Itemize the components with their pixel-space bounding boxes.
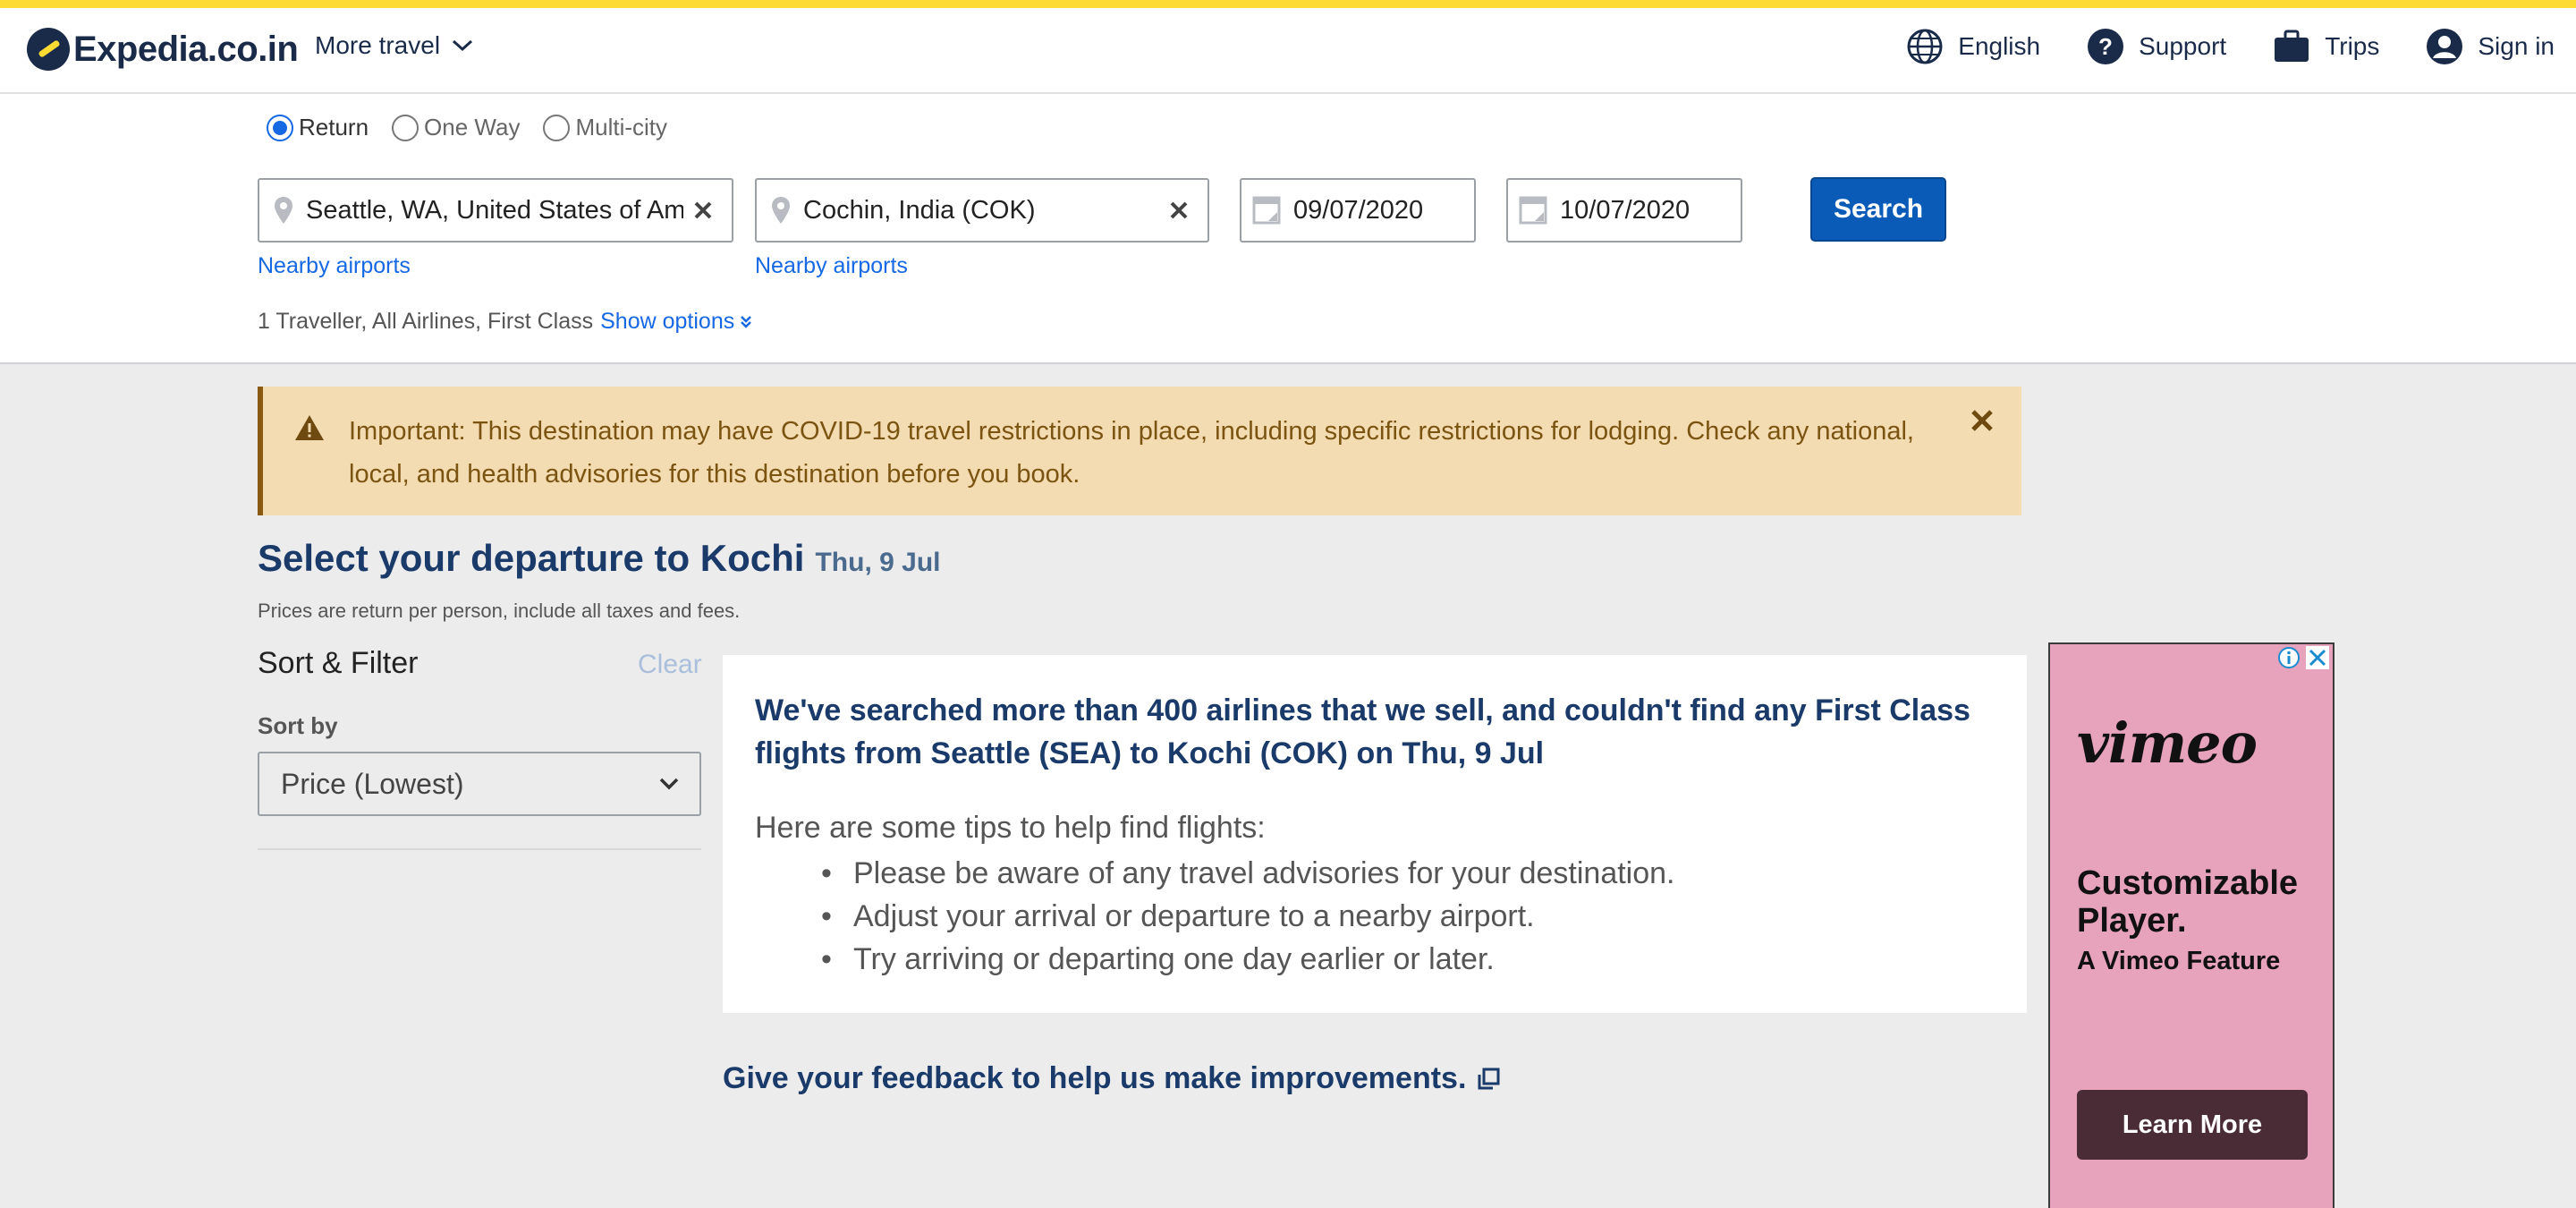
- globe-icon: [1907, 29, 1943, 64]
- sort-by-value: Price (Lowest): [281, 767, 464, 800]
- radio-selected-icon: [267, 114, 293, 141]
- calendar-icon: [1252, 196, 1281, 225]
- destination-input[interactable]: Cochin, India (COK): [755, 178, 1209, 242]
- expedia-logo-icon: [27, 28, 70, 71]
- trip-type-label: Return: [299, 114, 369, 140]
- external-link-icon: [1478, 1068, 1500, 1089]
- origin-input[interactable]: Seattle, WA, United States of America: [258, 178, 733, 242]
- list-item: Please be aware of any travel advisories…: [821, 852, 1674, 895]
- location-pin-icon: [275, 197, 292, 224]
- trip-type-multi-city[interactable]: Multi-city: [543, 114, 667, 141]
- clear-origin-button[interactable]: [683, 200, 723, 221]
- depart-date-value: 09/07/2020: [1293, 195, 1424, 225]
- language-label: English: [1958, 32, 2041, 60]
- radio-empty-icon: [392, 114, 419, 141]
- advertisement[interactable]: vimeo Customizable Player. A Vimeo Featu…: [2048, 642, 2334, 1208]
- departure-date: Thu, 9 Jul: [815, 548, 941, 577]
- trip-type-selector: Return One Way Multi-city: [267, 114, 691, 141]
- user-icon: [2427, 29, 2463, 64]
- sort-by-select[interactable]: Price (Lowest): [258, 752, 701, 816]
- flight-search-form: Return One Way Multi-city Seattle, WA, U…: [0, 94, 2576, 364]
- warning-icon: [295, 415, 324, 440]
- site-header: Expedia.co.in More travel English ? Supp…: [0, 8, 2576, 94]
- sign-in-button[interactable]: Sign in: [2426, 28, 2555, 65]
- trip-type-label: One Way: [424, 114, 521, 140]
- trips-label: Trips: [2325, 32, 2380, 60]
- traveller-summary: 1 Traveller, All Airlines, First Class S…: [258, 309, 752, 335]
- vimeo-logo: vimeo: [2077, 710, 2258, 776]
- learn-more-button[interactable]: Learn More: [2077, 1090, 2308, 1160]
- no-results-headline: We've searched more than 400 airlines th…: [755, 693, 1970, 770]
- trip-type-one-way[interactable]: One Way: [392, 114, 520, 141]
- origin-value: Seattle, WA, United States of America: [306, 195, 683, 225]
- traveller-summary-text: 1 Traveller, All Airlines, First Class: [258, 309, 594, 334]
- info-icon[interactable]: [2277, 646, 2301, 669]
- prices-note: Prices are return per person, include al…: [258, 600, 741, 622]
- sort-by-label: Sort by: [258, 712, 338, 739]
- more-travel-menu[interactable]: More travel: [315, 31, 474, 60]
- top-accent-bar: [0, 0, 2576, 8]
- chevron-down-icon: [659, 778, 679, 790]
- double-chevron-down-icon: [741, 315, 752, 328]
- search-button[interactable]: Search: [1810, 177, 1946, 242]
- nearby-airports-origin-link[interactable]: Nearby airports: [258, 253, 411, 279]
- close-icon: [1170, 201, 1188, 219]
- feedback-label: Give your feedback to help us make impro…: [723, 1061, 1467, 1095]
- chevron-down-icon: [453, 39, 473, 52]
- ad-controls: [2277, 646, 2329, 669]
- nearby-airports-destination-link[interactable]: Nearby airports: [755, 253, 908, 279]
- close-alert-icon[interactable]: [1970, 408, 1995, 433]
- sort-filter-heading: Sort & Filter: [258, 646, 419, 680]
- location-pin-icon: [772, 197, 790, 224]
- calendar-icon: [1519, 196, 1547, 225]
- return-date-input[interactable]: 10/07/2020: [1506, 178, 1742, 242]
- trip-type-label: Multi-city: [575, 114, 668, 140]
- tips-intro: Here are some tips to help find flights:: [755, 811, 1266, 845]
- destination-value: Cochin, India (COK): [803, 195, 1036, 225]
- departure-title-text: Select your departure to Kochi: [258, 537, 805, 579]
- feedback-link[interactable]: Give your feedback to help us make impro…: [723, 1061, 1500, 1096]
- trip-type-return[interactable]: Return: [267, 114, 369, 141]
- clear-destination-button[interactable]: [1159, 200, 1199, 221]
- support-button[interactable]: ? Support: [2087, 28, 2226, 65]
- close-icon: [694, 201, 712, 219]
- trips-button[interactable]: Trips: [2273, 30, 2379, 64]
- close-ad-icon[interactable]: [2306, 646, 2329, 669]
- alert-message: Important: This destination may have COV…: [349, 417, 1914, 489]
- depart-date-input[interactable]: 09/07/2020: [1240, 178, 1476, 242]
- header-nav: English ? Support Trips Sign in: [1860, 28, 2555, 65]
- logo-text: Expedia.co.in: [73, 29, 299, 69]
- list-item: Try arriving or departing one day earlie…: [821, 938, 1675, 981]
- briefcase-icon: [2275, 30, 2309, 62]
- ad-headline: Customizable Player.: [2077, 864, 2299, 940]
- clear-filters-link[interactable]: Clear: [638, 650, 702, 680]
- show-options-link[interactable]: Show options: [600, 309, 752, 335]
- covid-alert-banner: Important: This destination may have COV…: [258, 387, 2021, 515]
- expedia-logo[interactable]: Expedia.co.in: [27, 22, 299, 76]
- show-options-label: Show options: [600, 309, 735, 334]
- tips-list: Please be aware of any travel advisories…: [821, 852, 1675, 981]
- language-button[interactable]: English: [1906, 28, 2040, 65]
- help-icon: ?: [2088, 29, 2124, 64]
- page-title: Select your departure to Kochi Thu, 9 Ju…: [258, 537, 940, 580]
- list-item: Adjust your arrival or departure to a ne…: [821, 895, 1675, 938]
- radio-empty-icon: [543, 114, 571, 141]
- ad-subline: A Vimeo Feature: [2077, 947, 2281, 975]
- support-label: Support: [2139, 32, 2227, 60]
- return-date-value: 10/07/2020: [1560, 195, 1690, 225]
- filter-divider: [258, 848, 701, 850]
- more-travel-label: More travel: [315, 31, 441, 59]
- svg-text:?: ?: [2098, 33, 2113, 60]
- no-results-card: We've searched more than 400 airlines th…: [723, 655, 2027, 1013]
- sign-in-label: Sign in: [2478, 32, 2555, 60]
